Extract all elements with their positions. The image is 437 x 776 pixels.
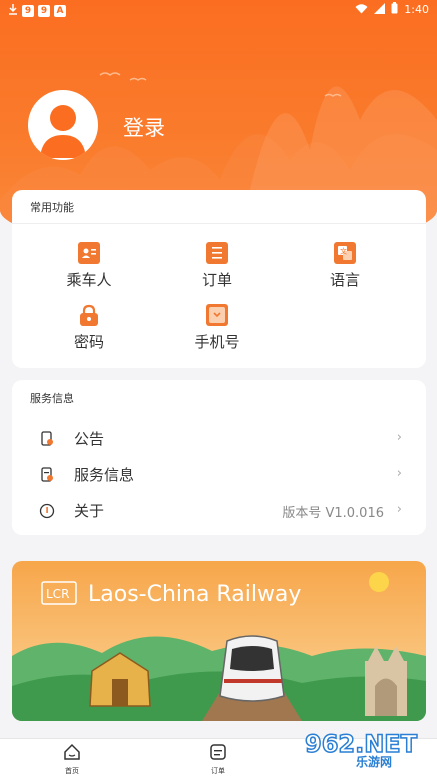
language-icon: 文	[334, 242, 356, 264]
service-row-service-info[interactable]: 服务信息 ›	[12, 461, 426, 489]
version-number: 版本号 V1.0.016	[282, 506, 384, 521]
func-passenger[interactable]: 乘车人	[39, 242, 139, 290]
tab-label: 订单	[211, 767, 225, 775]
passenger-icon	[78, 242, 100, 264]
tab-order[interactable]: 订单	[198, 743, 238, 776]
info-icon	[39, 503, 55, 519]
service-info-icon	[39, 467, 55, 483]
watermark-subtext: 乐游网	[356, 754, 392, 768]
lock-icon	[78, 304, 100, 326]
service-info-title: 服务信息	[30, 392, 74, 405]
func-order[interactable]: 订单	[167, 242, 267, 290]
announcement-icon	[39, 431, 55, 447]
func-label: 乘车人	[66, 271, 112, 289]
service-row-label: 服务信息	[74, 466, 135, 484]
train-icon	[219, 635, 285, 702]
divider	[12, 223, 426, 224]
func-label: 订单	[201, 271, 232, 289]
download-icon	[8, 3, 18, 18]
banner-illustration: LCR Laos-China Railway	[12, 561, 426, 721]
svg-text:文: 文	[340, 247, 347, 256]
chevron-right-icon: ›	[396, 466, 402, 481]
chevron-right-icon: ›	[396, 502, 402, 517]
order-icon	[206, 242, 228, 264]
watermark-logo: 962.NET 乐游网	[304, 729, 418, 768]
order-icon	[210, 744, 226, 760]
banner-logo: LCR	[46, 587, 69, 601]
phone-icon	[206, 304, 228, 326]
func-language[interactable]: 文 语言	[295, 242, 395, 290]
service-row-label: 关于	[74, 502, 105, 520]
watermark-text: 962.NET	[305, 730, 418, 758]
status-time: 1:40	[404, 3, 429, 16]
banner-title: Laos-China Railway	[88, 582, 301, 607]
common-functions-title: 常用功能	[30, 201, 74, 214]
signal-icon	[374, 2, 386, 17]
service-row-about[interactable]: 关于 版本号 V1.0.016 ›	[12, 497, 426, 525]
railway-banner[interactable]: LCR Laos-China Railway	[12, 561, 426, 721]
tab-home[interactable]: 首页	[52, 743, 92, 776]
avatar[interactable]	[28, 90, 98, 160]
chevron-right-icon: ›	[396, 430, 402, 445]
func-label: 密码	[73, 333, 104, 351]
app-9-icon: 9	[22, 4, 34, 17]
service-row-label: 公告	[74, 430, 105, 448]
func-label: 手机号	[194, 333, 240, 351]
service-row-announcement[interactable]: 公告 ›	[12, 425, 426, 453]
battery-icon	[391, 2, 398, 17]
app-9-icon: 9	[38, 4, 50, 17]
status-bar: 9 9 A 1:40	[0, 0, 437, 20]
tab-label: 首页	[65, 767, 79, 775]
func-phone[interactable]: 手机号	[167, 304, 267, 352]
home-icon	[64, 743, 80, 760]
login-button[interactable]: 登录	[123, 112, 165, 142]
user-icon	[40, 105, 86, 158]
wifi-icon	[355, 3, 368, 17]
func-label: 语言	[329, 271, 360, 289]
common-functions-card: 常用功能 乘车人 订单 文 语言 密码 手机号	[12, 190, 426, 368]
func-password[interactable]: 密码	[39, 304, 139, 352]
app-a-icon: A	[54, 4, 66, 17]
sun-icon	[369, 572, 389, 592]
service-info-card: 服务信息 公告 › 服务信息 › 关于 版本号 V1.0.016 ›	[12, 380, 426, 535]
